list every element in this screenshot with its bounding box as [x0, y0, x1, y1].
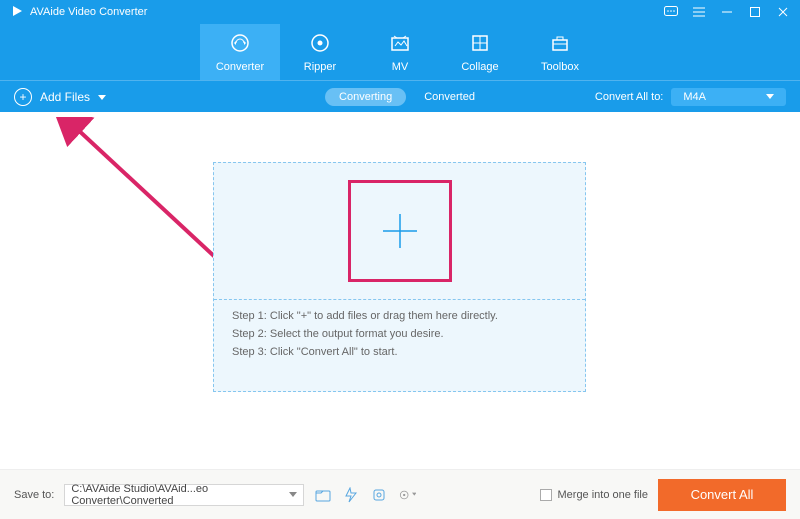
app-logo-icon	[10, 4, 24, 21]
convert-all-label: Convert All	[691, 487, 754, 502]
titlebar-left: AVAide Video Converter	[10, 4, 147, 21]
main-canvas: Step 1: Click "+" to add files or drag t…	[0, 112, 800, 469]
menu-icon[interactable]	[692, 5, 706, 19]
close-button[interactable]	[776, 5, 790, 19]
secondary-bar: + Add Files Converting Converted Convert…	[0, 80, 800, 112]
main-nav: Converter Ripper MV Collage Toolbox	[0, 24, 800, 80]
plus-icon	[379, 210, 421, 252]
titlebar: AVAide Video Converter	[0, 0, 800, 24]
step-1-text: Step 1: Click "+" to add files or drag t…	[232, 310, 567, 322]
collage-icon	[469, 32, 491, 57]
nav-label: Converter	[216, 61, 264, 73]
minimize-button[interactable]	[720, 5, 734, 19]
instructions: Step 1: Click "+" to add files or drag t…	[214, 299, 585, 391]
plus-circle-icon: +	[14, 88, 32, 106]
drop-area[interactable]: Step 1: Click "+" to add files or drag t…	[213, 162, 586, 392]
save-to-label: Save to:	[14, 489, 54, 501]
mv-icon	[389, 32, 411, 57]
tab-converting[interactable]: Converting	[325, 88, 406, 106]
status-tabs: Converting Converted	[325, 88, 475, 106]
nav-label: Ripper	[304, 61, 336, 73]
feedback-icon[interactable]	[664, 5, 678, 19]
chevron-down-icon	[766, 91, 774, 103]
selected-format: M4A	[683, 91, 706, 103]
convert-all-button[interactable]: Convert All	[658, 479, 786, 511]
nav-label: Collage	[461, 61, 498, 73]
tab-converted[interactable]: Converted	[424, 91, 475, 103]
step-2-text: Step 2: Select the output format you des…	[232, 328, 567, 340]
chevron-down-icon	[289, 489, 297, 501]
gpu-icon[interactable]	[370, 486, 388, 504]
step-3-text: Step 3: Click "Convert All" to start.	[232, 346, 567, 358]
ripper-icon	[309, 32, 331, 57]
footer-bar: Save to: C:\AVAide Studio\AVAid...eo Con…	[0, 469, 800, 519]
add-files-label: Add Files	[40, 90, 90, 104]
annotation-arrow	[55, 117, 225, 267]
output-format-select[interactable]: M4A	[671, 88, 786, 106]
speed-icon[interactable]	[342, 486, 360, 504]
add-files-button[interactable]: + Add Files	[14, 88, 106, 106]
nav-collage[interactable]: Collage	[440, 24, 520, 80]
toolbox-icon	[549, 32, 571, 57]
nav-label: Toolbox	[541, 61, 579, 73]
settings-icon[interactable]	[398, 486, 416, 504]
save-path-select[interactable]: C:\AVAide Studio\AVAid...eo Converter\Co…	[64, 484, 304, 506]
titlebar-controls	[664, 5, 790, 19]
nav-toolbox[interactable]: Toolbox	[520, 24, 600, 80]
open-folder-icon[interactable]	[314, 486, 332, 504]
nav-mv[interactable]: MV	[360, 24, 440, 80]
app-title: AVAide Video Converter	[30, 6, 147, 18]
nav-label: MV	[392, 61, 409, 73]
checkbox-box-icon	[540, 489, 552, 501]
add-files-plus-button[interactable]	[348, 180, 452, 282]
drop-plus-zone	[214, 163, 585, 299]
nav-converter[interactable]: Converter	[200, 24, 280, 80]
convert-all-to-group: Convert All to: M4A	[595, 88, 786, 106]
nav-ripper[interactable]: Ripper	[280, 24, 360, 80]
convert-all-to-label: Convert All to:	[595, 91, 663, 103]
merge-checkbox[interactable]: Merge into one file	[540, 489, 649, 501]
save-path-text: C:\AVAide Studio\AVAid...eo Converter\Co…	[71, 483, 289, 507]
converter-icon	[229, 32, 251, 57]
merge-label: Merge into one file	[558, 489, 649, 501]
chevron-down-icon	[98, 90, 106, 104]
maximize-button[interactable]	[748, 5, 762, 19]
footer-tools	[314, 486, 416, 504]
